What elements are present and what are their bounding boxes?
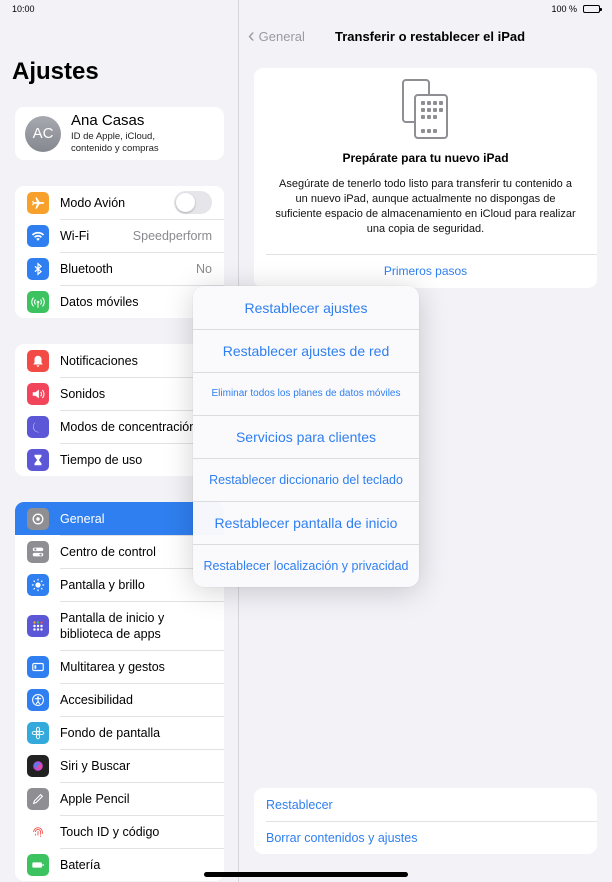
sidebar-item-apple-pencil[interactable]: Apple Pencil — [15, 782, 224, 815]
sun-icon — [27, 573, 49, 596]
get-started-link[interactable]: Primeros pasos — [254, 264, 597, 278]
sidebar-item-battery[interactable]: Batería — [15, 848, 224, 881]
menu-item-reset-keyboard-dictionary[interactable]: Restablecer diccionario del teclado — [193, 458, 419, 501]
profile-subtitle: ID de Apple, iCloud, contenido y compras — [71, 131, 159, 154]
multitask-icon — [27, 655, 49, 678]
battery-icon — [27, 853, 49, 876]
sidebar-item-airplane-mode[interactable]: Modo Avión — [15, 186, 224, 219]
reset-button[interactable]: Restablecer — [254, 788, 597, 821]
sidebar-item-touch-id[interactable]: Touch ID y código — [15, 815, 224, 848]
sidebar-item-bluetooth[interactable]: Bluetooth No — [15, 252, 224, 285]
page-title: Transferir o restablecer el iPad — [335, 29, 526, 44]
profile-name: Ana Casas — [71, 112, 145, 129]
status-time: 10:00 — [12, 4, 35, 14]
sidebar-item-multitasking[interactable]: Multitarea y gestos — [15, 650, 224, 683]
wifi-icon — [27, 224, 49, 247]
accessibility-icon — [27, 688, 49, 711]
sidebar-item-label: Wi-Fi — [60, 229, 133, 243]
airplane-mode-toggle[interactable] — [174, 191, 212, 214]
bluetooth-value: No — [196, 261, 212, 276]
ipad-transfer-icon — [402, 79, 448, 139]
moon-icon — [27, 415, 49, 438]
back-button[interactable]: ‹ General — [248, 25, 305, 47]
airplane-icon — [27, 191, 49, 214]
apple-id-profile[interactable]: AC Ana Casas ID de Apple, iCloud, conten… — [15, 107, 224, 160]
bluetooth-icon — [27, 257, 49, 280]
sidebar-item-label: Modo Avión — [60, 195, 126, 210]
gear-icon — [27, 507, 49, 530]
sidebar-item-label: Multitarea y gestos — [60, 660, 224, 674]
avatar: AC — [25, 115, 61, 152]
sidebar-item-label: Fondo de pantalla — [60, 726, 224, 740]
sidebar-item-label: Touch ID y código — [60, 825, 224, 839]
speaker-icon — [27, 382, 49, 405]
home-indicator[interactable] — [204, 872, 408, 877]
new-ipad-card: Prepárate para tu nuevo iPad Asegúrate d… — [254, 68, 597, 288]
hourglass-icon — [27, 448, 49, 471]
sidebar-item-home-screen[interactable]: Pantalla de inicio y biblioteca de apps — [15, 601, 224, 650]
battery-percentage: 100 % — [551, 4, 577, 14]
pencil-icon — [27, 787, 49, 810]
sidebar-item-label: Pantalla de inicio y biblioteca de apps — [60, 610, 224, 642]
wifi-network-value: Speedperform — [132, 228, 212, 243]
chevron-left-icon: ‹ — [248, 25, 255, 47]
navigation-bar: ‹ General Transferir o restablecer el iP… — [240, 25, 612, 48]
switches-icon — [27, 540, 49, 563]
reset-options-menu: Restablecer ajustes Restablecer ajustes … — [193, 286, 419, 587]
menu-item-reset-network-settings[interactable]: Restablecer ajustes de red — [193, 329, 419, 372]
flower-icon — [27, 721, 49, 744]
antenna-icon — [27, 290, 49, 313]
battery-icon — [583, 5, 602, 13]
bell-icon — [27, 349, 49, 372]
grid-icon — [27, 614, 49, 637]
fingerprint-icon — [27, 820, 49, 843]
siri-icon — [27, 754, 49, 777]
sidebar-item-wallpaper[interactable]: Fondo de pantalla — [15, 716, 224, 749]
menu-item-reset-location-privacy[interactable]: Restablecer localización y privacidad — [193, 544, 419, 587]
reset-options-group: Restablecer Borrar contenidos y ajustes — [254, 788, 597, 854]
sidebar-item-accessibility[interactable]: Accesibilidad — [15, 683, 224, 716]
sidebar-item-wifi[interactable]: Wi-Fi Speedperform — [15, 219, 224, 252]
erase-all-content-button[interactable]: Borrar contenidos y ajustes — [254, 821, 597, 854]
divider — [266, 254, 597, 255]
sidebar-item-label: Accesibilidad — [60, 693, 224, 707]
status-bar: 10:00 100 % — [0, 0, 612, 18]
sidebar-title: Ajustes — [12, 58, 99, 85]
menu-item-customer-services[interactable]: Servicios para clientes — [193, 415, 419, 458]
sidebar-item-label: Siri y Buscar — [60, 759, 224, 773]
sidebar-item-label: Apple Pencil — [60, 792, 224, 806]
sidebar-item-label: Batería — [60, 858, 224, 872]
card-description: Asegúrate de tenerlo todo listo para tra… — [275, 178, 576, 235]
menu-item-delete-mobile-plans[interactable]: Eliminar todos los planes de datos móvil… — [193, 372, 419, 415]
back-button-label: General — [258, 28, 305, 44]
menu-item-reset-settings[interactable]: Restablecer ajustes — [193, 286, 419, 329]
sidebar-item-siri[interactable]: Siri y Buscar — [15, 749, 224, 782]
menu-item-reset-home-screen[interactable]: Restablecer pantalla de inicio — [193, 501, 419, 544]
sidebar-item-label: Bluetooth — [60, 262, 196, 276]
card-heading: Prepárate para tu nuevo iPad — [342, 151, 509, 165]
